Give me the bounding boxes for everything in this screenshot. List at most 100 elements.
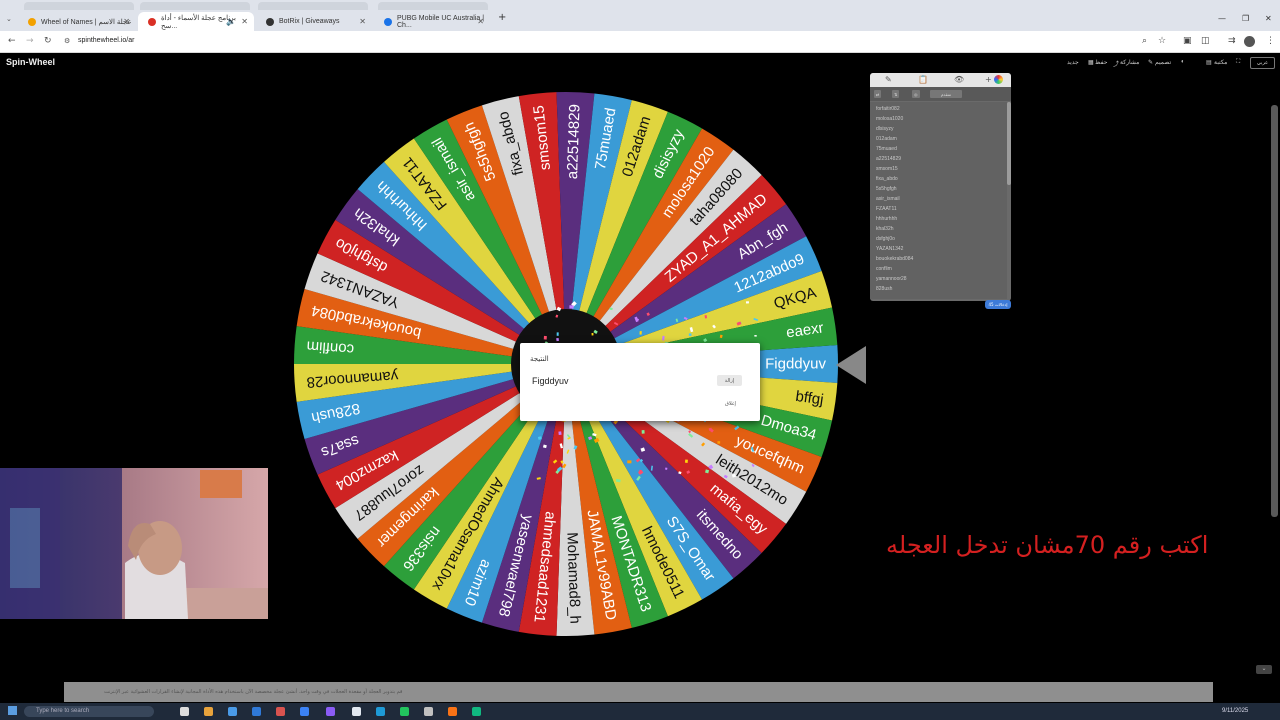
- result-dialog-title: النتيجة: [530, 355, 549, 363]
- tab-close-icon[interactable]: ✕: [123, 17, 130, 26]
- webcam-feed: [0, 468, 268, 619]
- collapse-chevron-icon[interactable]: ⌄: [1256, 665, 1272, 674]
- forward-arrow-icon[interactable]: →: [26, 36, 34, 46]
- entry-line: smsom15: [876, 166, 898, 172]
- stacked-tab-group[interactable]: [378, 2, 488, 10]
- entries-textarea[interactable]: forfaitir082 molosa1020 dlsisyzy 012adam 75m…: [870, 102, 1007, 299]
- taskbar-app-icon[interactable]: [326, 707, 335, 716]
- tab-label: Wheel of Names | عجلة الاسم: [41, 18, 132, 26]
- taskbar-app-icon[interactable]: [352, 707, 361, 716]
- wheel-entry-label: conflim: [306, 337, 355, 357]
- entry-line: dsfghj0o: [876, 236, 895, 242]
- taskbar-app-icon[interactable]: [424, 707, 433, 716]
- info-banner: قم بتدوير العجلة أو مقعدة العجلات في وقت…: [64, 682, 1213, 702]
- taskbar-app-icon[interactable]: [204, 707, 213, 716]
- stacked-tab-group[interactable]: [24, 2, 134, 10]
- tab-search-chevron-icon[interactable]: ⌄: [6, 15, 12, 23]
- advanced-button[interactable]: متقدم: [930, 90, 962, 98]
- tab-pubg-mobile-uc[interactable]: PUBG Mobile UC Australia | Ch... ✕: [374, 12, 490, 31]
- taskbar-app-icon[interactable]: [276, 707, 285, 716]
- site-info-icon[interactable]: ⚙: [64, 37, 70, 45]
- color-palette-icon[interactable]: [994, 75, 1003, 84]
- entry-line: dlsisyzy: [876, 126, 894, 132]
- tab-favicon-icon: [384, 17, 392, 26]
- entry-line: 012adam: [876, 136, 897, 142]
- taskbar-app-icon[interactable]: [376, 707, 385, 716]
- tab-favicon-icon: [266, 17, 274, 26]
- info-banner-text: قم بتدوير العجلة أو مقعدة العجلات في وقت…: [104, 689, 403, 695]
- entries-panel-tabs: ✎ 📋 👁 +: [870, 73, 1011, 87]
- remove-winner-button[interactable]: إزالة: [717, 375, 742, 386]
- shuffle-icon[interactable]: ⇄: [874, 90, 882, 98]
- minimize-icon[interactable]: —: [1218, 14, 1226, 23]
- bookmark-star-icon[interactable]: ☆: [1158, 36, 1166, 46]
- entry-line: bouokekrabd084: [876, 256, 914, 262]
- tab-wheel-of-names[interactable]: Wheel of Names | عجلة الاسم ✕: [18, 12, 136, 31]
- taskbar-app-icon[interactable]: [448, 707, 457, 716]
- entries-tab-edit-icon[interactable]: ✎: [885, 75, 892, 84]
- entry-line: forfaitir082: [876, 106, 900, 112]
- webcam-image: [0, 468, 268, 619]
- entries-toolbar: ⇄ ⇅ ◎ متقدم: [870, 87, 1011, 101]
- stacked-tab-group[interactable]: [140, 2, 250, 10]
- tab-audio-icon[interactable]: 🔈: [226, 17, 236, 26]
- reload-icon[interactable]: ↻: [44, 36, 52, 46]
- browser-menu-icon[interactable]: ⋮: [1266, 36, 1275, 46]
- new-tab-plus-icon[interactable]: +: [498, 12, 506, 23]
- hide-tab-eye-icon[interactable]: 👁: [954, 75, 964, 84]
- entries-scrollbar[interactable]: [1007, 102, 1011, 185]
- taskbar-app-icon[interactable]: [180, 707, 189, 716]
- entry-line: yamannoor28: [876, 276, 907, 282]
- browser-tab-strip: ⌄ Wheel of Names | عجلة الاسم ✕ برنامج ع…: [0, 0, 1280, 31]
- taskbar-app-icon[interactable]: [300, 707, 309, 716]
- entry-line: molosa1020: [876, 116, 904, 122]
- tab-favicon-icon: [28, 17, 36, 26]
- stacked-tab-group[interactable]: [258, 2, 368, 10]
- tab-botrix-giveaways[interactable]: BotRix | Giveaways ✕: [256, 12, 372, 31]
- tab-close-icon[interactable]: ✕: [241, 17, 248, 26]
- wheel-pointer-arrow-icon: [836, 346, 866, 384]
- tab-label: PUBG Mobile UC Australia | Ch...: [397, 14, 485, 29]
- tab-label: BotRix | Giveaways: [279, 18, 340, 25]
- back-arrow-icon[interactable]: ←: [8, 36, 16, 46]
- wheel-entry-label: a22514829: [564, 104, 584, 180]
- add-image-icon[interactable]: ◎: [912, 90, 920, 98]
- taskbar-app-icon[interactable]: [400, 707, 409, 716]
- sort-icon[interactable]: ⇅: [892, 90, 900, 98]
- taskbar-app-icon[interactable]: [472, 707, 481, 716]
- result-winner-name: Figddyuv: [532, 376, 569, 386]
- taskbar-app-icon[interactable]: [252, 707, 261, 716]
- page-scrollbar[interactable]: [1271, 105, 1278, 517]
- entries-count-badge: 45 إدخالات: [985, 300, 1011, 309]
- add-tab-plus-icon[interactable]: +: [985, 75, 992, 84]
- entry-line: 5s5hgfgh: [876, 186, 897, 192]
- windows-start-icon[interactable]: [8, 706, 17, 715]
- wheel-entry-label: Mohamad8_h: [563, 532, 583, 624]
- profile-avatar-icon[interactable]: [1244, 36, 1255, 47]
- maximize-icon[interactable]: ❐: [1242, 14, 1249, 23]
- entry-line: khal32h: [876, 226, 894, 232]
- entry-line: 828ush: [876, 286, 893, 292]
- extension-icon[interactable]: ▣: [1183, 36, 1192, 46]
- entry-line: a22514829: [876, 156, 902, 162]
- zoom-icon[interactable]: ⌕: [1142, 36, 1147, 46]
- close-dialog-button[interactable]: إغلاق: [725, 401, 736, 407]
- taskbar-app-icon[interactable]: [228, 707, 237, 716]
- url-field[interactable]: spinthewheel.io/ar: [78, 37, 134, 44]
- extensions-puzzle-icon[interactable]: ◫: [1201, 36, 1210, 46]
- entry-line: hhhurhhh: [876, 216, 898, 222]
- tab-close-icon[interactable]: ✕: [359, 17, 366, 26]
- tab-close-icon[interactable]: ✕: [477, 17, 484, 26]
- stream-overlay-text: اكتب رقم 70مشان تدخل العجله: [886, 531, 1209, 559]
- wheel-entry-label: Figddyuv: [765, 356, 826, 373]
- entry-line: YAZAN1342: [876, 246, 904, 252]
- result-dialog: النتيجة Figddyuv إزالة إغلاق: [520, 343, 760, 421]
- tab-spin-wheel-ar[interactable]: برنامج عجلة الأسماء - أداة سح... 🔈 ✕: [138, 12, 254, 31]
- os-taskbar: Type here to search 9/11/2025: [0, 703, 1280, 720]
- results-tab-clipboard-icon[interactable]: 📋: [918, 75, 928, 84]
- tab-groups-icon[interactable]: ⇉: [1228, 36, 1236, 46]
- spin-wheel-page: Spin-Wheel جديد ▦ حفظ ⤴ مشاركة ✎ تصميم ◐…: [0, 53, 1280, 703]
- tab-favicon-icon: [148, 17, 156, 26]
- taskbar-search-input[interactable]: Type here to search: [24, 706, 154, 717]
- close-window-icon[interactable]: ✕: [1265, 14, 1272, 23]
